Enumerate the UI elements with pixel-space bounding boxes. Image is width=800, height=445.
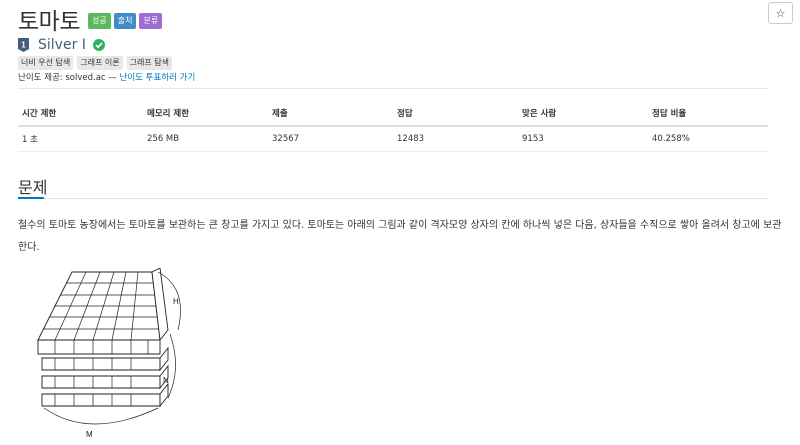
- header-ratio: 정답 비율: [648, 100, 768, 127]
- label-category[interactable]: 분류: [139, 12, 163, 29]
- svg-text:1: 1: [21, 41, 26, 50]
- header-time-limit: 시간 제한: [18, 100, 143, 127]
- difficulty-prefix: 난이도 제공: solved.ac —: [18, 73, 120, 83]
- tag-graph-theory[interactable]: 그래프 이론: [77, 56, 123, 70]
- solvers-value: 9153: [518, 126, 648, 152]
- section-divider: [44, 198, 768, 199]
- header-solvers: 맞은 사람: [518, 100, 648, 127]
- label-success[interactable]: 성공: [87, 12, 111, 29]
- tag-bfs[interactable]: 너비 우선 탐색: [18, 56, 74, 70]
- star-icon: ☆: [775, 6, 786, 20]
- section-heading: 문제: [18, 178, 48, 197]
- n-label: N: [163, 376, 169, 385]
- header-accepted: 정답: [393, 100, 518, 127]
- ratio-value: 40.258%: [648, 126, 768, 152]
- problem-header: 토마토 성공 출처 분류: [18, 2, 163, 36]
- check-circle-icon: [92, 39, 105, 51]
- silver-tier-icon: 1: [18, 38, 29, 52]
- memory-limit-value: 256 MB: [143, 126, 268, 152]
- section-heading-underline: [18, 197, 44, 199]
- favorite-button[interactable]: ☆: [768, 2, 793, 24]
- time-limit-value: 1 초: [18, 126, 143, 152]
- m-label: M: [86, 430, 93, 439]
- header-submissions: 제출: [268, 100, 393, 127]
- problem-stats-table: 시간 제한 메모리 제한 제출 정답 맞은 사람 정답 비율 1 초 256 M…: [18, 100, 768, 152]
- problem-title: 토마토: [18, 9, 80, 35]
- tier-name[interactable]: Silver I: [38, 37, 86, 53]
- algorithm-tags: 너비 우선 탐색 그래프 이론 그래프 탐색: [18, 56, 172, 70]
- label-source[interactable]: 출처: [113, 12, 137, 29]
- header-memory-limit: 메모리 제한: [143, 100, 268, 127]
- accepted-value: 12483: [393, 126, 518, 152]
- tag-graph-search[interactable]: 그래프 탐색: [126, 56, 172, 70]
- height-label: H: [173, 297, 179, 306]
- stats-header-row: 시간 제한 메모리 제한 제출 정답 맞은 사람 정답 비율: [18, 100, 768, 127]
- stats-row: 1 초 256 MB 32567 12483 9153 40.258%: [18, 126, 768, 152]
- problem-description: 철수의 토마토 농장에서는 토마토를 보관하는 큰 창고를 가지고 있다. 토마…: [18, 220, 782, 253]
- submissions-value: 32567: [268, 126, 393, 152]
- tomato-box-figure: H N M: [37, 268, 181, 439]
- difficulty-vote-link[interactable]: 난이도 투표하러 가기: [120, 73, 196, 83]
- divider: [18, 88, 768, 89]
- tier-row: 1 Silver I: [18, 37, 105, 53]
- problem-labels: 성공 출처 분류: [87, 12, 163, 29]
- difficulty-source: 난이도 제공: solved.ac — 난이도 투표하러 가기: [18, 71, 195, 83]
